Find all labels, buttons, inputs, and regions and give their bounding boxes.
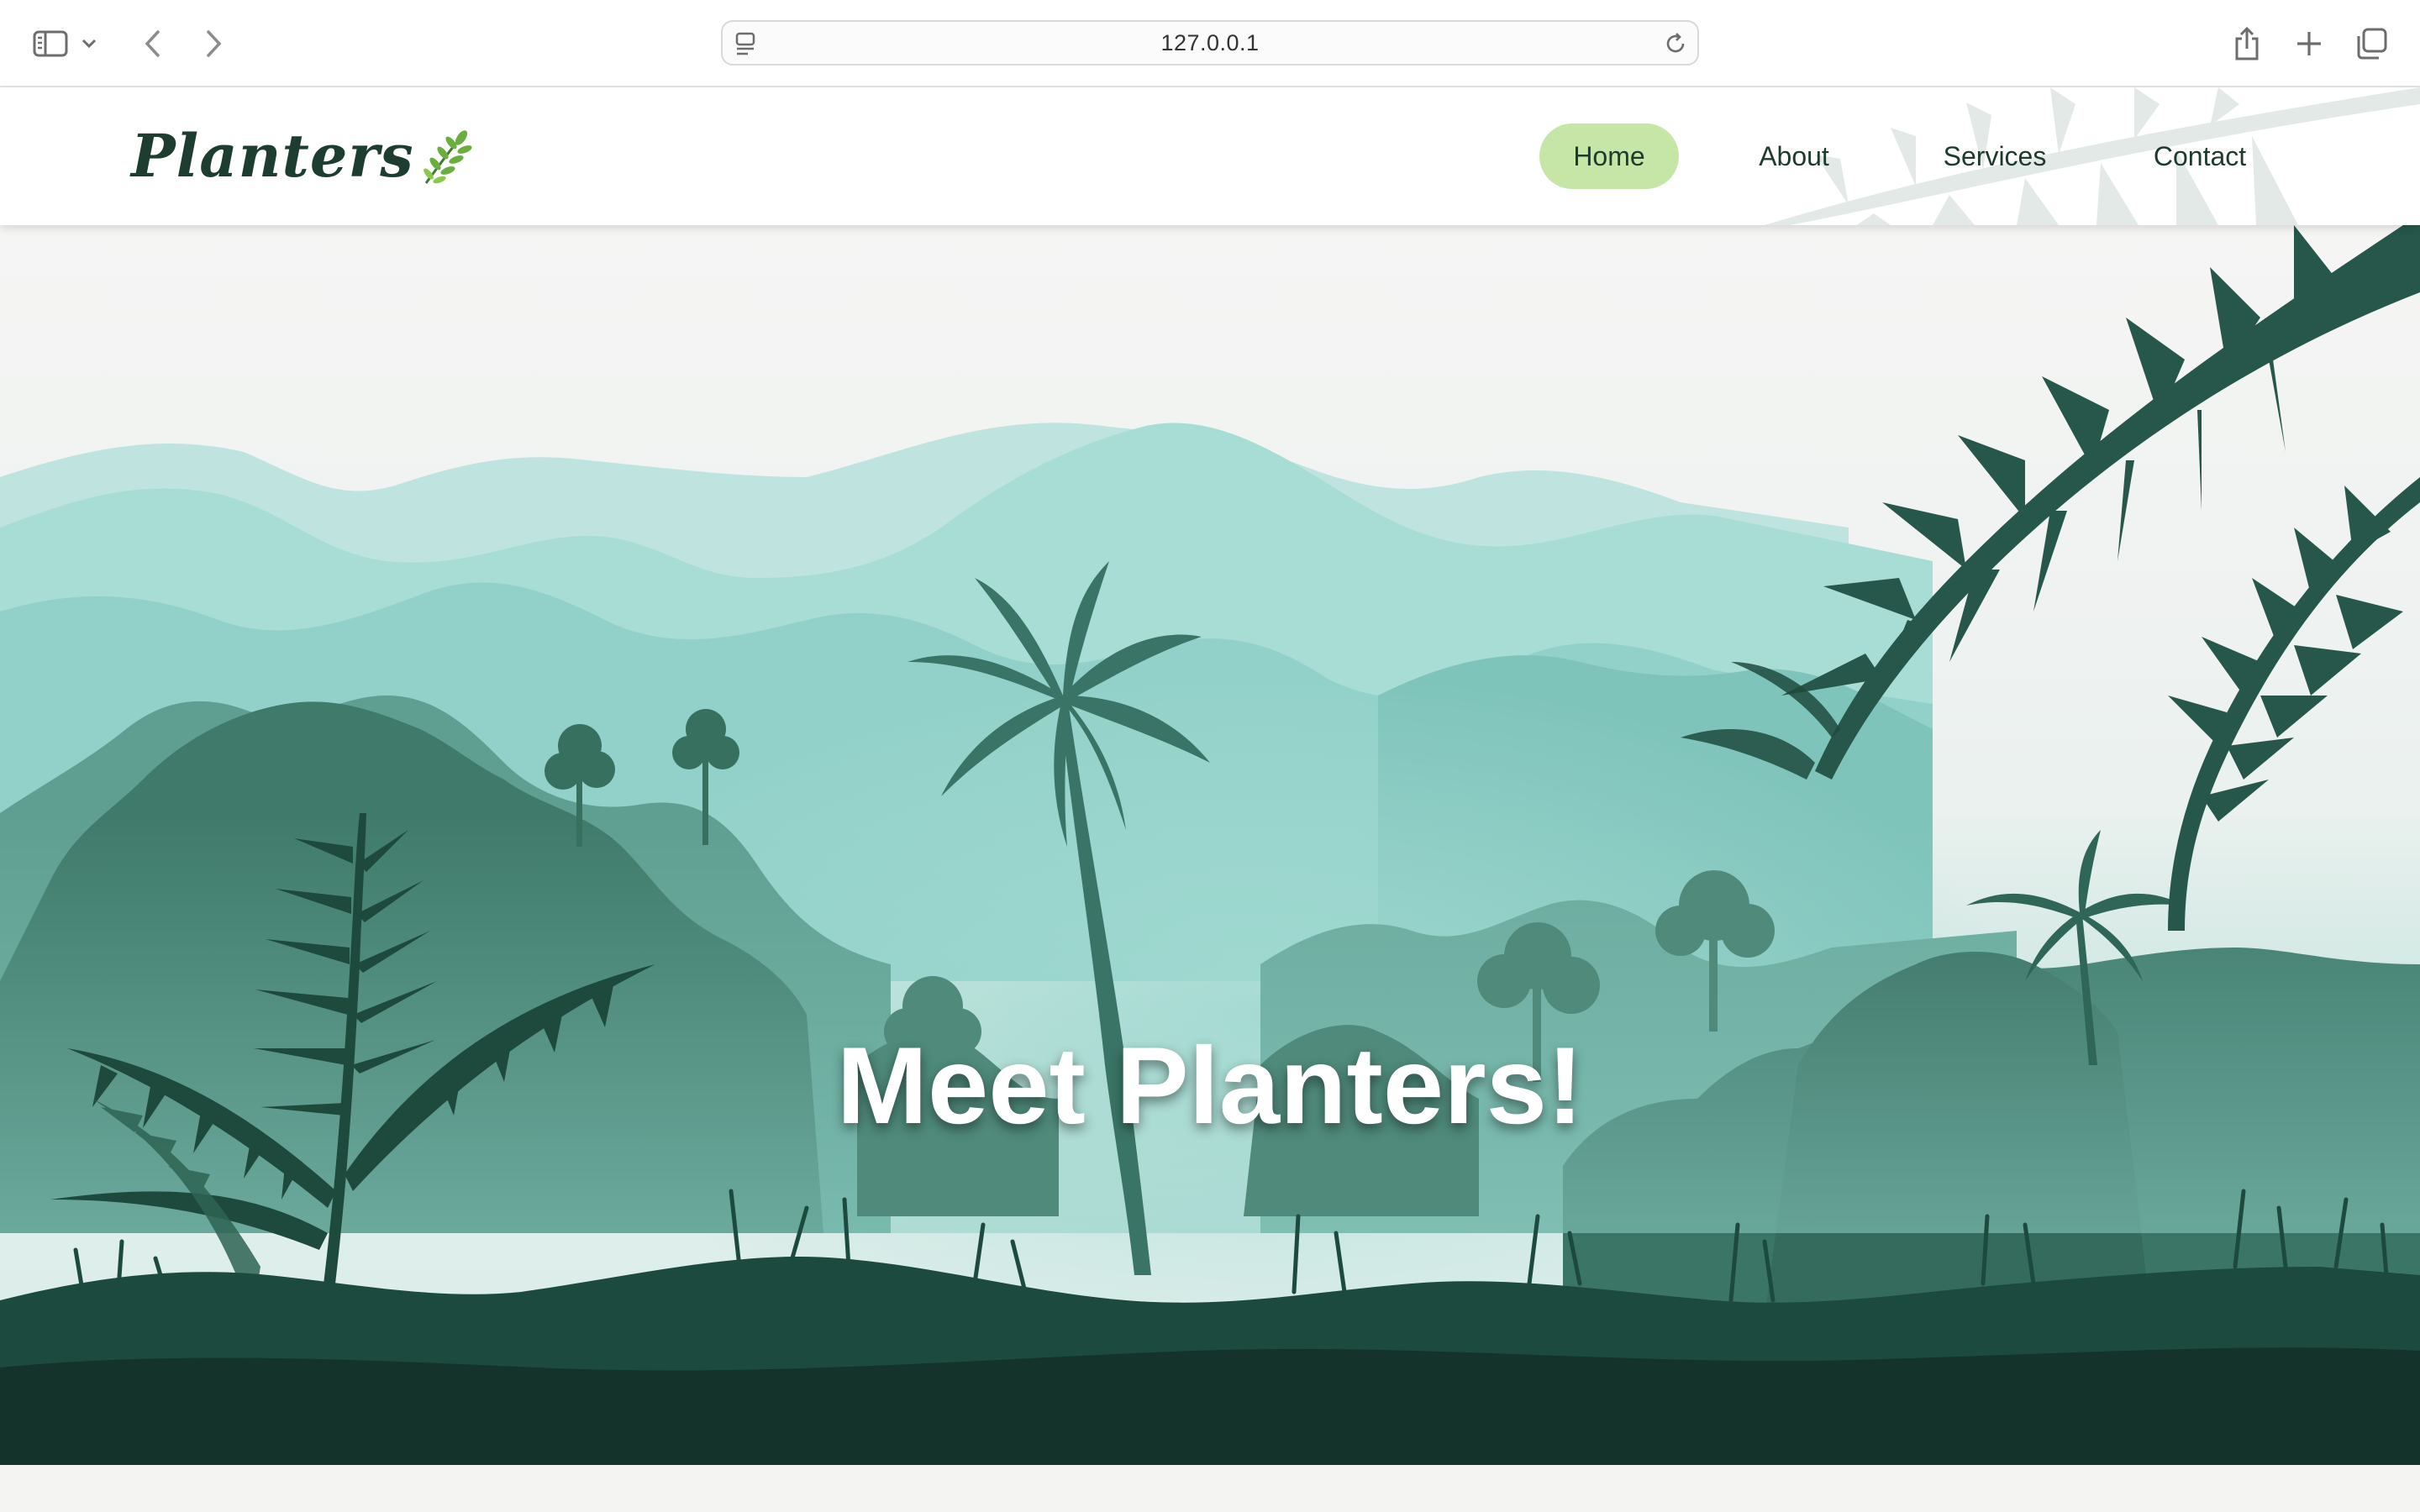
hero-section: Meet Planters!	[0, 225, 2420, 1465]
logo-text: Planters	[131, 120, 414, 191]
nav-home-label: Home	[1573, 140, 1645, 171]
address-bar[interactable]: 127.0.0.1	[721, 20, 1699, 66]
chevron-down-icon	[82, 39, 97, 49]
leaf-icon	[423, 130, 472, 184]
tabs-overview-icon	[2357, 28, 2387, 60]
share-button[interactable]	[2223, 20, 2270, 67]
nav-about[interactable]: About	[1731, 123, 1857, 189]
back-arrow-icon	[145, 30, 160, 57]
site-header: Planters Home About Services Contact	[0, 87, 2420, 225]
tab-group-dropdown[interactable]	[74, 20, 104, 67]
address-url[interactable]: 127.0.0.1	[723, 22, 1697, 64]
nav-about-label: About	[1759, 140, 1829, 171]
nav-services[interactable]: Services	[1912, 123, 2077, 189]
jungle-landscape-illustration	[0, 225, 2420, 1465]
sidebar-icon	[33, 30, 68, 57]
new-tab-button[interactable]	[2286, 20, 2333, 67]
site-logo[interactable]: Planters	[131, 118, 475, 193]
nav-contact[interactable]: Contact	[2128, 123, 2272, 189]
share-icon	[2235, 26, 2259, 60]
page-bottom-strip	[0, 1465, 2420, 1512]
reload-icon[interactable]	[1662, 30, 1689, 57]
browser-toolbar: 127.0.0.1	[0, 0, 2420, 87]
forward-arrow-icon	[207, 30, 222, 57]
nav-services-label: Services	[1943, 140, 2047, 171]
forward-button[interactable]	[190, 20, 237, 67]
back-button[interactable]	[129, 20, 176, 67]
tab-overview-button[interactable]	[2348, 20, 2395, 67]
nav-home[interactable]: Home	[1539, 123, 1679, 189]
nav-contact-label: Contact	[2153, 140, 2247, 171]
new-tab-icon	[2297, 32, 2321, 55]
hero-title: Meet Planters!	[836, 1024, 1584, 1147]
sidebar-toggle-button[interactable]	[27, 20, 74, 67]
